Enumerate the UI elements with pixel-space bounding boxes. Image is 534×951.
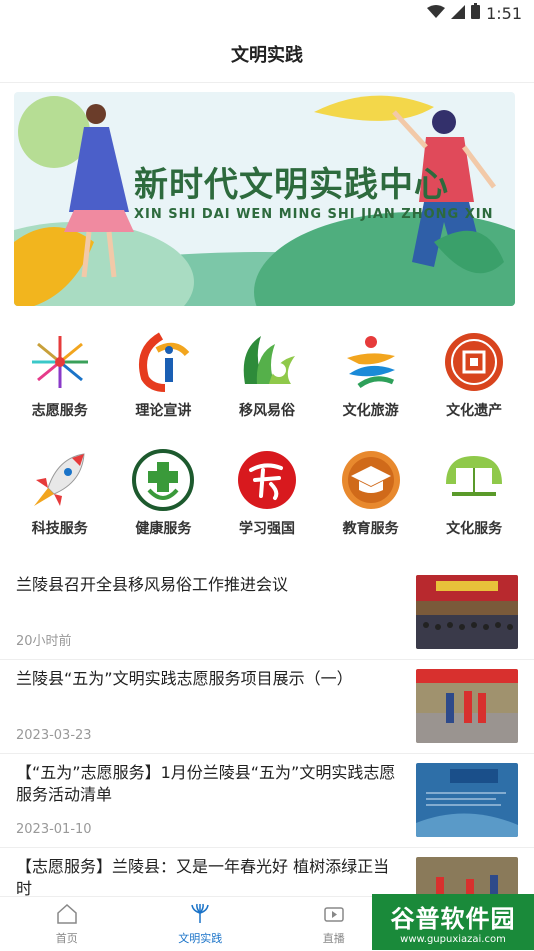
service-label: 志愿服务 xyxy=(32,400,88,420)
service-label: 移风易俗 xyxy=(239,400,295,420)
home-icon xyxy=(56,903,78,930)
service-theory[interactable]: 理论宣讲 xyxy=(114,330,212,448)
service-label: 文化服务 xyxy=(446,518,502,538)
video-icon xyxy=(323,903,345,930)
tab-home[interactable]: 首页 xyxy=(0,897,134,951)
banner-title: 新时代文明实践中心 xyxy=(134,157,449,206)
book-logo xyxy=(442,448,506,512)
service-label: 教育服务 xyxy=(343,518,399,538)
service-label: 科技服务 xyxy=(32,518,88,538)
service-label: 文化旅游 xyxy=(343,400,399,420)
page-title: 文明实践 xyxy=(0,26,534,83)
watermark-url: www.gupuxiazai.com xyxy=(400,934,506,945)
service-health[interactable]: 健康服务 xyxy=(114,448,212,566)
service-grid: 志愿服务 理论宣讲 移风易俗 xyxy=(0,330,534,566)
site-watermark: 谷普软件园 www.gupuxiazai.com xyxy=(372,894,534,950)
news-thumbnail xyxy=(416,575,518,649)
news-time: 2023-03-23 xyxy=(16,728,92,743)
signal-icon xyxy=(451,4,465,23)
status-bar: 1:51 xyxy=(0,0,534,26)
volunteer-logo xyxy=(28,330,92,394)
news-item[interactable]: 兰陵县“五为”文明实践志愿服务项目展示（一） 2023-03-23 xyxy=(0,660,534,754)
service-xuexi[interactable]: 学习强国 xyxy=(218,448,316,566)
banner-carousel[interactable]: 新时代文明实践中心 XIN SHI DAI WEN MING SHI JIAN … xyxy=(14,92,515,306)
service-culture[interactable]: 文化服务 xyxy=(425,448,523,566)
tab-label: 文明实践 xyxy=(178,930,222,946)
tab-label: 首页 xyxy=(56,930,78,946)
news-title: 兰陵县召开全县移风易俗工作推进会议 xyxy=(16,574,396,596)
service-label: 理论宣讲 xyxy=(135,400,191,420)
status-time: 1:51 xyxy=(486,4,522,23)
service-volunteer[interactable]: 志愿服务 xyxy=(11,330,109,448)
news-title: 【“五为”志愿服务】1月份兰陵县“五为”文明实践志愿服务活动清单 xyxy=(16,762,396,806)
customs-logo xyxy=(235,330,299,394)
service-tourism[interactable]: 文化旅游 xyxy=(322,330,420,448)
news-thumbnail xyxy=(416,669,518,743)
tab-civilization[interactable]: 文明实践 xyxy=(134,897,268,951)
wifi-icon xyxy=(427,4,445,23)
banner-subtitle: XIN SHI DAI WEN MING SHI JIAN ZHONG XIN xyxy=(134,207,493,222)
service-education[interactable]: 教育服务 xyxy=(322,448,420,566)
rocket-logo xyxy=(28,448,92,512)
battery-icon xyxy=(471,3,480,23)
education-logo xyxy=(339,448,403,512)
news-item[interactable]: 兰陵县召开全县移风易俗工作推进会议 20小时前 xyxy=(0,566,534,660)
health-logo xyxy=(131,448,195,512)
service-label: 学习强国 xyxy=(239,518,295,538)
xuexi-logo xyxy=(235,448,299,512)
news-item[interactable]: 【“五为”志愿服务】1月份兰陵县“五为”文明实践志愿服务活动清单 2023-01… xyxy=(0,754,534,848)
service-heritage[interactable]: 文化遗产 xyxy=(425,330,523,448)
theory-logo xyxy=(131,330,195,394)
news-thumbnail xyxy=(416,763,518,837)
news-time: 20小时前 xyxy=(16,630,72,649)
service-customs[interactable]: 移风易俗 xyxy=(218,330,316,448)
watermark-title: 谷普软件园 xyxy=(391,899,516,934)
news-title: 兰陵县“五为”文明实践志愿服务项目展示（一） xyxy=(16,668,396,690)
tourism-logo xyxy=(339,330,403,394)
heritage-logo xyxy=(442,330,506,394)
torch-icon xyxy=(189,903,211,930)
service-label: 健康服务 xyxy=(135,518,191,538)
news-title: 【志愿服务】兰陵县：又是一年春光好 植树添绿正当时 xyxy=(16,856,396,900)
news-time: 2023-01-10 xyxy=(16,822,92,837)
service-technology[interactable]: 科技服务 xyxy=(11,448,109,566)
tab-label: 直播 xyxy=(323,930,345,946)
news-list: 兰陵县召开全县移风易俗工作推进会议 20小时前 兰陵县“五为”文明实践志愿服务项… xyxy=(0,566,534,941)
service-label: 文化遗产 xyxy=(446,400,502,420)
